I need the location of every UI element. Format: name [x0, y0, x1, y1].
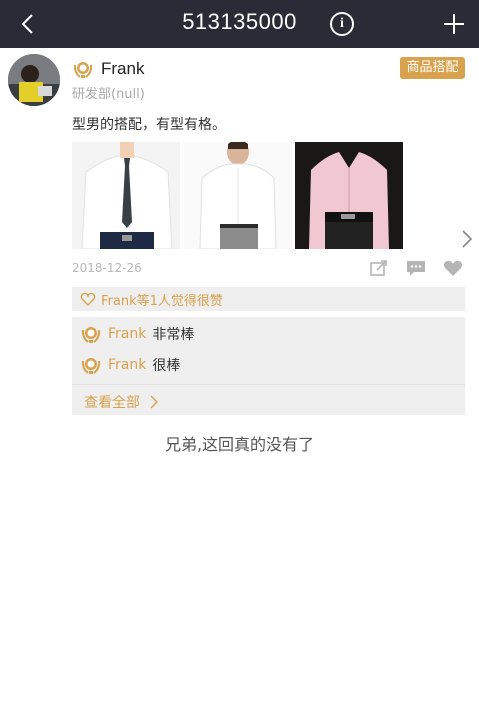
- post-date: 2018-12-26: [72, 261, 142, 275]
- author-name[interactable]: Frank: [101, 59, 144, 79]
- share-icon[interactable]: [369, 259, 389, 277]
- top-navigation-bar: 513135000 i: [0, 0, 479, 48]
- medal-badge-icon: [81, 327, 101, 343]
- divider: [72, 384, 465, 385]
- post-text: 型男的搭配，有型有格。: [72, 117, 226, 133]
- avatar[interactable]: [8, 54, 60, 106]
- medal-badge-icon: [81, 358, 101, 374]
- comments-panel: Frank 非常棒 Frank 很棒 查看全部: [72, 317, 465, 415]
- post-image[interactable]: [295, 142, 403, 249]
- heart-outline-icon: [80, 292, 96, 306]
- comment-author[interactable]: Frank: [108, 326, 146, 342]
- author-department: 研发部(null): [72, 87, 145, 102]
- likes-summary-bar: Frank等1人觉得很赞: [72, 287, 465, 311]
- chevron-right-icon: [150, 395, 158, 409]
- view-all-button[interactable]: 查看全部: [84, 392, 158, 412]
- comment-text: 很棒: [152, 358, 181, 374]
- end-of-list-text: 兄弟,这回真的没有了: [164, 435, 315, 454]
- likes-summary-text[interactable]: Frank等1人觉得很赞: [101, 290, 223, 309]
- comment-text: 非常棒: [152, 327, 195, 343]
- heart-icon[interactable]: [443, 259, 463, 277]
- post-image[interactable]: [72, 142, 180, 249]
- post-image[interactable]: [184, 142, 292, 249]
- page-title: 513135000: [182, 9, 297, 34]
- comment-item[interactable]: Frank 非常棒: [80, 323, 194, 345]
- comment-icon[interactable]: [406, 259, 426, 277]
- comment-author[interactable]: Frank: [108, 357, 146, 373]
- category-tag[interactable]: 商品搭配: [400, 57, 465, 79]
- chevron-right-icon[interactable]: [460, 229, 474, 249]
- medal-badge-icon: [73, 62, 93, 78]
- view-all-label: 查看全部: [84, 395, 140, 411]
- author-row: Frank: [72, 58, 144, 80]
- info-icon[interactable]: i: [330, 12, 354, 36]
- plus-icon[interactable]: [440, 10, 468, 38]
- comment-item[interactable]: Frank 很棒: [80, 354, 180, 376]
